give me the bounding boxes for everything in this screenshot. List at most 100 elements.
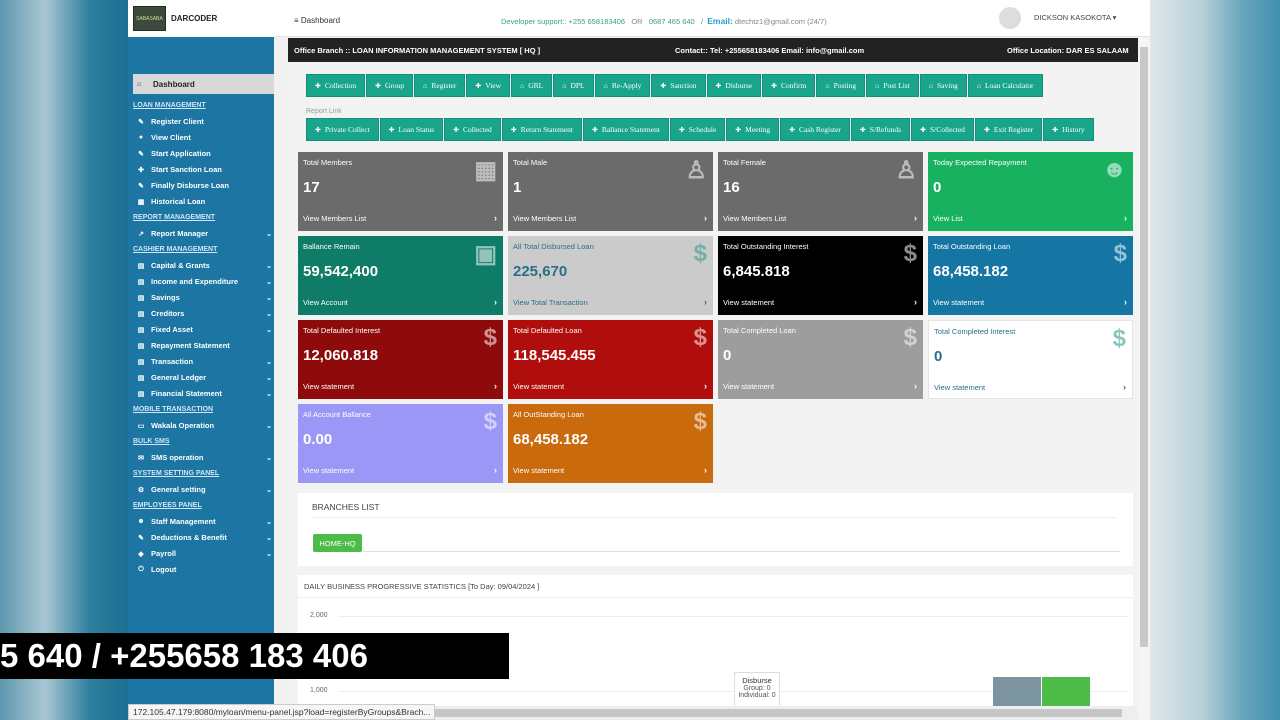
sidebar-item[interactable]: ▤ Transaction ⌄ (133, 356, 274, 367)
chevron-right-icon[interactable]: › (1124, 213, 1127, 223)
sidebar-item[interactable]: ▤ General Ledger ⌄ (133, 372, 274, 383)
toolbar-button[interactable]: ✚ Sanction (651, 74, 706, 97)
toolbar-button[interactable]: ⌂ Loan Calculator (967, 74, 1043, 97)
stat-tile[interactable]: Total Members 17 View Members List ▦ › (298, 152, 503, 231)
tile-link[interactable]: View statement (723, 382, 774, 391)
chevron-down-icon[interactable]: ⌄ (266, 278, 272, 286)
chart-bar[interactable] (1042, 677, 1090, 707)
toolbar-button[interactable]: ⌂ DPL (553, 74, 594, 97)
chevron-right-icon[interactable]: › (1124, 297, 1127, 307)
sidebar-item[interactable]: ☻ Staff Management ⌄ (133, 516, 274, 527)
toolbar-button[interactable]: ✚ Meeting (726, 118, 780, 141)
tile-link[interactable]: View Members List (723, 214, 786, 223)
avatar[interactable] (999, 7, 1021, 29)
tile-link[interactable]: View statement (723, 298, 774, 307)
chevron-right-icon[interactable]: › (704, 213, 707, 223)
toolbar-button[interactable]: ⌂ Posting (816, 74, 866, 97)
branch-home-hq-button[interactable]: HOME-HQ (313, 534, 362, 552)
sidebar-item[interactable]: ● View Client (133, 132, 274, 143)
tile-link[interactable]: View List (933, 214, 963, 223)
chevron-down-icon[interactable]: ⌄ (266, 374, 272, 382)
chevron-right-icon[interactable]: › (494, 381, 497, 391)
toolbar-button[interactable]: ✚ Collected (444, 118, 501, 141)
stat-tile[interactable]: Total Outstanding Interest 6,845.818 View … (718, 236, 923, 315)
toolbar-button[interactable]: ✚ History (1043, 118, 1094, 141)
toolbar-button[interactable]: ✚ Exit Register (974, 118, 1043, 141)
toolbar-button[interactable]: ⌂ GRL (511, 74, 553, 97)
toolbar-button[interactable]: ✚ Disburse (706, 74, 762, 97)
stat-tile[interactable]: Ballance Remain 59,542,400 View Account ▣ › (298, 236, 503, 315)
toolbar-button[interactable]: ✚ S/Refunds (850, 118, 911, 141)
sidebar-item[interactable]: ▤ Income and Expenditure ⌄ (133, 276, 274, 287)
user-menu[interactable]: DICKSON KASOKOTA ▾ (1034, 13, 1116, 22)
sidebar-item[interactable]: ⏻ Logout (133, 564, 274, 575)
sidebar-item-dashboard[interactable]: ⌂ Dashboard (133, 74, 274, 94)
chevron-down-icon[interactable]: ⌄ (266, 310, 272, 318)
sidebar-item[interactable]: ⚙ General setting ⌄ (133, 484, 274, 495)
stat-tile[interactable]: Total Completed Loan 0 View statement $ › (718, 320, 923, 399)
chevron-right-icon[interactable]: › (704, 381, 707, 391)
toolbar-button[interactable]: ✚ Private Collect (306, 118, 379, 141)
toolbar-button[interactable]: ✚ Ballance Statement (582, 118, 669, 141)
chevron-down-icon[interactable]: ⌄ (266, 534, 272, 542)
stat-tile[interactable]: Total Defaulted Loan 118,545.455 View stat… (508, 320, 713, 399)
sidebar-item[interactable]: ✎ Finally Disburse Loan (133, 180, 274, 191)
chevron-right-icon[interactable]: › (494, 213, 497, 223)
stat-tile[interactable]: All Total Disbursed Loan 225,670 View Tota… (508, 236, 713, 315)
chevron-down-icon[interactable]: ⌄ (266, 262, 272, 270)
chevron-down-icon[interactable]: ⌄ (266, 390, 272, 398)
toolbar-button[interactable]: ⌂ Re-Apply (594, 74, 651, 97)
sidebar-item[interactable]: ✎ Start Application (133, 148, 274, 159)
stat-tile[interactable]: Total Male 1 View Members List ♙ › (508, 152, 713, 231)
toolbar-button[interactable]: ⌂ Register (414, 74, 466, 97)
chevron-right-icon[interactable]: › (914, 297, 917, 307)
chevron-down-icon[interactable]: ⌄ (266, 230, 272, 238)
toolbar-button[interactable]: ✚ Confirm (762, 74, 816, 97)
chevron-right-icon[interactable]: › (704, 297, 707, 307)
tile-link[interactable]: View Members List (513, 214, 576, 223)
sidebar-item[interactable]: ✎ Register Client (133, 116, 274, 127)
chevron-right-icon[interactable]: › (704, 465, 707, 475)
chevron-right-icon[interactable]: › (494, 297, 497, 307)
stat-tile[interactable]: All Account Ballance 0.00 View statement $ › (298, 404, 503, 483)
tile-link[interactable]: View statement (513, 466, 564, 475)
tile-link[interactable]: View statement (933, 298, 984, 307)
sidebar-item[interactable]: ▤ Creditors ⌄ (133, 308, 274, 319)
chevron-down-icon[interactable]: ⌄ (266, 454, 272, 462)
sidebar-item[interactable]: ▤ Financial Statement ⌄ (133, 388, 274, 399)
tile-link[interactable]: View statement (303, 466, 354, 475)
sidebar-item[interactable]: ✚ Start Sanction Loan (133, 164, 274, 175)
stat-tile[interactable]: Total Completed Interest 0 View statement $… (928, 320, 1133, 399)
toolbar-button[interactable]: ✚ Cash Register (780, 118, 850, 141)
stat-tile[interactable]: Total Female 16 View Members List ♙ › (718, 152, 923, 231)
chevron-down-icon[interactable]: ⌄ (266, 550, 272, 558)
tile-link[interactable]: View statement (934, 383, 985, 392)
tile-link[interactable]: View Account (303, 298, 348, 307)
toolbar-button[interactable]: ⌂ Saving (919, 74, 967, 97)
sidebar-item[interactable]: ▤ Savings ⌄ (133, 292, 274, 303)
toolbar-button[interactable]: ✚ Schedule (669, 118, 726, 141)
stat-tile[interactable]: All OutStanding Loan 68,458.182 View state… (508, 404, 713, 483)
chevron-down-icon[interactable]: ⌄ (266, 422, 272, 430)
menu-icon[interactable]: ≡ (294, 16, 301, 25)
toolbar-button[interactable]: ✚ Collection (306, 74, 366, 97)
sidebar-item[interactable]: ▤ Capital & Grants ⌄ (133, 260, 274, 271)
sidebar-item[interactable]: ▦ Historical Loan (133, 196, 274, 207)
chevron-down-icon[interactable]: ⌄ (266, 326, 272, 334)
chevron-right-icon[interactable]: › (494, 465, 497, 475)
chevron-right-icon[interactable]: › (914, 213, 917, 223)
sidebar-item[interactable]: ✉ SMS operation ⌄ (133, 452, 274, 463)
toolbar-button[interactable]: ⌂ Post List (866, 74, 919, 97)
toolbar-button[interactable]: ✚ View (466, 74, 511, 97)
chevron-down-icon[interactable]: ⌄ (266, 486, 272, 494)
tile-link[interactable]: View statement (303, 382, 354, 391)
tile-link[interactable]: View statement (513, 382, 564, 391)
chevron-right-icon[interactable]: › (914, 381, 917, 391)
toolbar-button[interactable]: ✚ Loan Status (379, 118, 444, 141)
toolbar-button[interactable]: ✚ Return Statement (501, 118, 582, 141)
stat-tile[interactable]: Total Outstanding Loan 68,458.182 View sta… (928, 236, 1133, 315)
chevron-down-icon[interactable]: ⌄ (266, 294, 272, 302)
chevron-down-icon[interactable]: ⌄ (266, 358, 272, 366)
tile-link[interactable]: View Total Transaction (513, 298, 588, 307)
sidebar-item[interactable]: ▤ Repayment Statement (133, 340, 274, 351)
